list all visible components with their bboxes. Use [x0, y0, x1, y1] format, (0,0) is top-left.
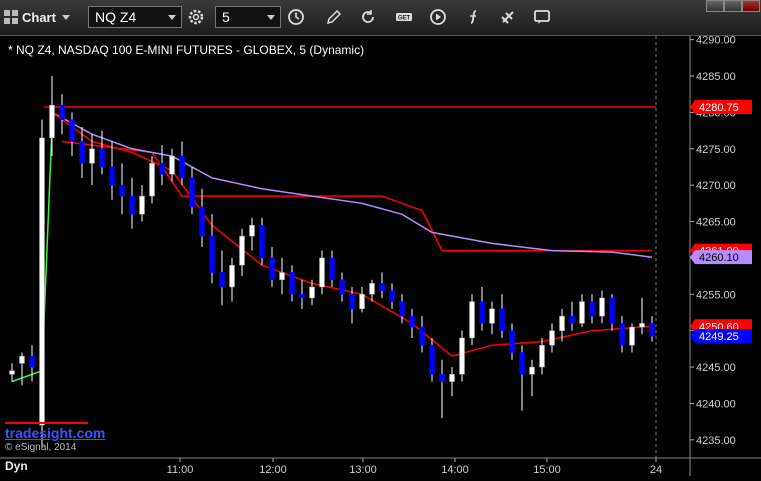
price-tag-label: 4280.75 [699, 102, 739, 114]
x-tick-label: 13:00 [349, 464, 377, 476]
x-tick-label: 11:00 [167, 464, 194, 476]
candle-body [159, 163, 165, 175]
candle-body [639, 323, 645, 328]
candle-body [119, 184, 125, 197]
candle-body [499, 308, 505, 331]
purple-moving-average [51, 111, 653, 258]
x-tick-label: 14:00 [441, 464, 469, 476]
candle-body [539, 344, 545, 368]
candle-body [489, 308, 495, 324]
y-tick-label: 4235.00 [696, 435, 736, 447]
price-tag-label: 4260.10 [699, 252, 739, 264]
candle-body [459, 337, 465, 375]
price-tag-label: 4249.25 [699, 331, 739, 343]
candle-body [559, 315, 565, 331]
candle-body [149, 163, 155, 197]
candle-body [419, 326, 425, 346]
y-tick-label: 4245.00 [696, 362, 736, 374]
candle-body [409, 315, 415, 328]
dyn-label[interactable]: Dyn [5, 459, 28, 473]
candle-body [209, 235, 215, 273]
candle-body [439, 374, 445, 382]
candle-body [249, 224, 255, 237]
y-tick-label: 4270.00 [696, 180, 736, 192]
candle-body [479, 301, 485, 324]
candle-body [589, 301, 595, 317]
candle-body [229, 264, 235, 288]
candle-body [89, 148, 95, 164]
candle-body [529, 366, 535, 375]
y-tick-label: 4240.00 [696, 398, 736, 410]
candle-body [389, 290, 395, 302]
candle-body [29, 355, 35, 368]
candle-body [179, 155, 185, 179]
candle-body [239, 235, 245, 266]
candle-body [59, 104, 65, 120]
chart-title: * NQ Z4, NASDAQ 100 E-MINI FUTURES - GLO… [8, 43, 365, 57]
y-tick-label: 4265.00 [696, 217, 736, 229]
x-tick-label: 24 [650, 464, 662, 476]
candle-body [9, 370, 15, 375]
candle-body [79, 141, 85, 164]
candle-body [619, 323, 625, 346]
candle-body [509, 330, 515, 353]
candle-body [269, 257, 275, 280]
price-chart[interactable]: 4235.004240.004245.004250.004255.004260.… [0, 0, 761, 481]
candle-body [189, 177, 195, 208]
candle-body [279, 272, 285, 280]
candle-body [289, 272, 295, 295]
y-tick-label: 4275.00 [696, 144, 736, 156]
candle-body [469, 301, 475, 339]
candle-body [219, 272, 225, 288]
candle-body [609, 297, 615, 324]
candle-body [359, 294, 365, 310]
candle-body [369, 283, 375, 295]
candle-body [109, 166, 115, 186]
candle-body [319, 257, 325, 288]
candle-body [519, 352, 525, 375]
candle-body [169, 155, 175, 175]
green-moving-average [11, 126, 53, 383]
candle-body [549, 330, 555, 346]
x-tick-label: 12:00 [259, 464, 287, 476]
y-tick-label: 4255.00 [696, 289, 736, 301]
candle-body [69, 119, 75, 142]
candle-body [339, 279, 345, 295]
candle-body [649, 323, 655, 337]
candle-body [49, 104, 55, 139]
candle-body [129, 195, 135, 215]
candle-body [379, 283, 385, 291]
candle-body [449, 374, 455, 382]
candle-body [599, 297, 605, 317]
y-tick-label: 4290.00 [696, 35, 736, 47]
candle-body [259, 224, 265, 259]
candle-body [99, 148, 105, 168]
candle-body [329, 257, 335, 280]
copyright-text: © eSignal, 2014 [5, 442, 77, 453]
candle-body [569, 315, 575, 324]
candle-body [309, 286, 315, 299]
brand-link[interactable]: tradesight.com [5, 425, 105, 441]
candle-body [199, 206, 205, 237]
candle-body [349, 294, 355, 310]
candle-body [399, 301, 405, 317]
candle-body [19, 355, 25, 364]
candle-body [579, 301, 585, 324]
y-tick-label: 4285.00 [696, 71, 736, 83]
candle-body [39, 137, 45, 426]
candle-body [139, 195, 145, 215]
candle-body [299, 294, 305, 299]
candle-body [429, 344, 435, 375]
x-tick-label: 15:00 [533, 464, 561, 476]
candle-body [629, 326, 635, 346]
